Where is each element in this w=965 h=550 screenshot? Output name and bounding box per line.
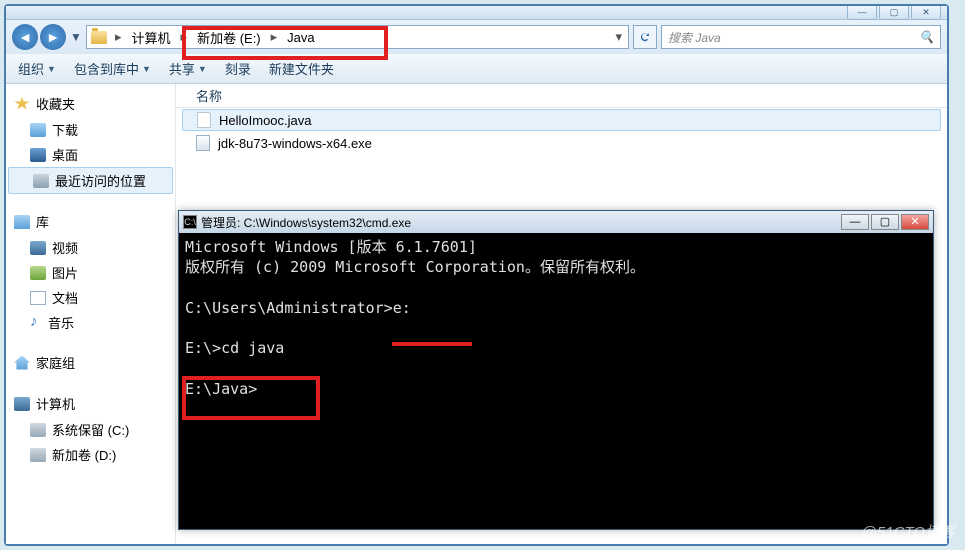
column-header-name[interactable]: 名称 [176, 84, 947, 108]
address-row: ◄ ► ▼ ▸ 计算机 ▸ 新加卷 (E:) ▸ Java ▾ 搜索 Java … [6, 20, 947, 54]
cmd-maximize-button[interactable]: ▢ [871, 214, 899, 230]
sidebar-item-drive-d[interactable]: 新加卷 (D:) [6, 442, 175, 467]
desktop-icon [30, 148, 46, 162]
toolbar-burn[interactable]: 刻录 [221, 57, 255, 80]
download-icon [30, 123, 46, 137]
cmd-line: 版权所有 (c) 2009 Microsoft Corporation。保留所有… [185, 258, 645, 276]
sidebar-section-libraries[interactable]: 库 [6, 208, 175, 235]
sidebar: 收藏夹 下载 桌面 最近访问的位置 库 视频 图片 文档 ♪音乐 家庭组 计算机… [6, 84, 176, 544]
document-icon [30, 291, 46, 305]
drive-icon [30, 423, 46, 437]
explorer-titlebar: — ▢ ✕ [6, 6, 947, 20]
folder-icon [91, 31, 107, 44]
chevron-right-icon: ▸ [111, 29, 126, 45]
cmd-close-button[interactable]: ✕ [901, 214, 929, 230]
cmd-window: C:\ 管理员: C:\Windows\system32\cmd.exe — ▢… [178, 210, 934, 530]
home-icon [14, 356, 30, 370]
sidebar-item-desktop[interactable]: 桌面 [6, 142, 175, 167]
toolbar-share[interactable]: 共享▼ [165, 57, 211, 80]
breadcrumb-computer[interactable]: 计算机 [126, 26, 177, 48]
cmd-titlebar[interactable]: C:\ 管理员: C:\Windows\system32\cmd.exe — ▢… [179, 211, 933, 233]
sidebar-item-recent[interactable]: 最近访问的位置 [8, 167, 173, 194]
computer-icon [14, 397, 30, 411]
highlight-prompt [182, 376, 320, 420]
cmd-icon: C:\ [183, 215, 197, 229]
sidebar-section-computer[interactable]: 计算机 [6, 390, 175, 417]
nav-back-button[interactable]: ◄ [12, 24, 38, 50]
highlight-underline-cd [392, 342, 472, 346]
cmd-title-text: 管理员: C:\Windows\system32\cmd.exe [201, 214, 411, 231]
sidebar-section-homegroup[interactable]: 家庭组 [6, 349, 175, 376]
highlight-breadcrumb [182, 26, 388, 60]
sidebar-item-downloads[interactable]: 下载 [6, 117, 175, 142]
cmd-line: C:\Users\Administrator>e: [185, 299, 411, 317]
toolbar-new-folder[interactable]: 新建文件夹 [265, 57, 338, 80]
search-input[interactable]: 搜索 Java 🔍 [661, 25, 941, 49]
java-file-icon [197, 112, 211, 128]
sidebar-item-drive-c[interactable]: 系统保留 (C:) [6, 417, 175, 442]
recent-icon [33, 174, 49, 188]
minimize-button[interactable]: — [847, 6, 877, 20]
address-dropdown-icon[interactable]: ▾ [609, 29, 628, 45]
refresh-icon [638, 30, 652, 44]
star-icon [14, 97, 30, 111]
cmd-line: Microsoft Windows [版本 6.1.7601] [185, 238, 477, 256]
drive-icon [30, 448, 46, 462]
exe-file-icon [196, 135, 210, 151]
search-placeholder: 搜索 Java [668, 29, 721, 46]
sidebar-section-favorites[interactable]: 收藏夹 [6, 90, 175, 117]
file-row[interactable]: HelloImooc.java [182, 109, 941, 131]
toolbar-organize[interactable]: 组织▼ [14, 57, 60, 80]
music-icon: ♪ [30, 316, 42, 330]
maximize-button[interactable]: ▢ [879, 6, 909, 20]
nav-forward-button[interactable]: ► [40, 24, 66, 50]
sidebar-item-pictures[interactable]: 图片 [6, 260, 175, 285]
cmd-line: E:\>cd java [185, 339, 284, 357]
video-icon [30, 241, 46, 255]
file-row[interactable]: jdk-8u73-windows-x64.exe [176, 132, 947, 154]
library-icon [14, 215, 30, 229]
file-name: jdk-8u73-windows-x64.exe [218, 136, 372, 151]
sidebar-item-documents[interactable]: 文档 [6, 285, 175, 310]
file-name: HelloImooc.java [219, 113, 312, 128]
cmd-minimize-button[interactable]: — [841, 214, 869, 230]
nav-history-dropdown[interactable]: ▼ [70, 24, 82, 50]
picture-icon [30, 266, 46, 280]
toolbar: 组织▼ 包含到库中▼ 共享▼ 刻录 新建文件夹 [6, 54, 947, 84]
sidebar-item-music[interactable]: ♪音乐 [6, 310, 175, 335]
sidebar-item-video[interactable]: 视频 [6, 235, 175, 260]
search-icon: 🔍 [919, 30, 934, 44]
close-button[interactable]: ✕ [911, 6, 941, 20]
refresh-button[interactable] [633, 25, 657, 49]
toolbar-include-in-library[interactable]: 包含到库中▼ [70, 57, 155, 80]
